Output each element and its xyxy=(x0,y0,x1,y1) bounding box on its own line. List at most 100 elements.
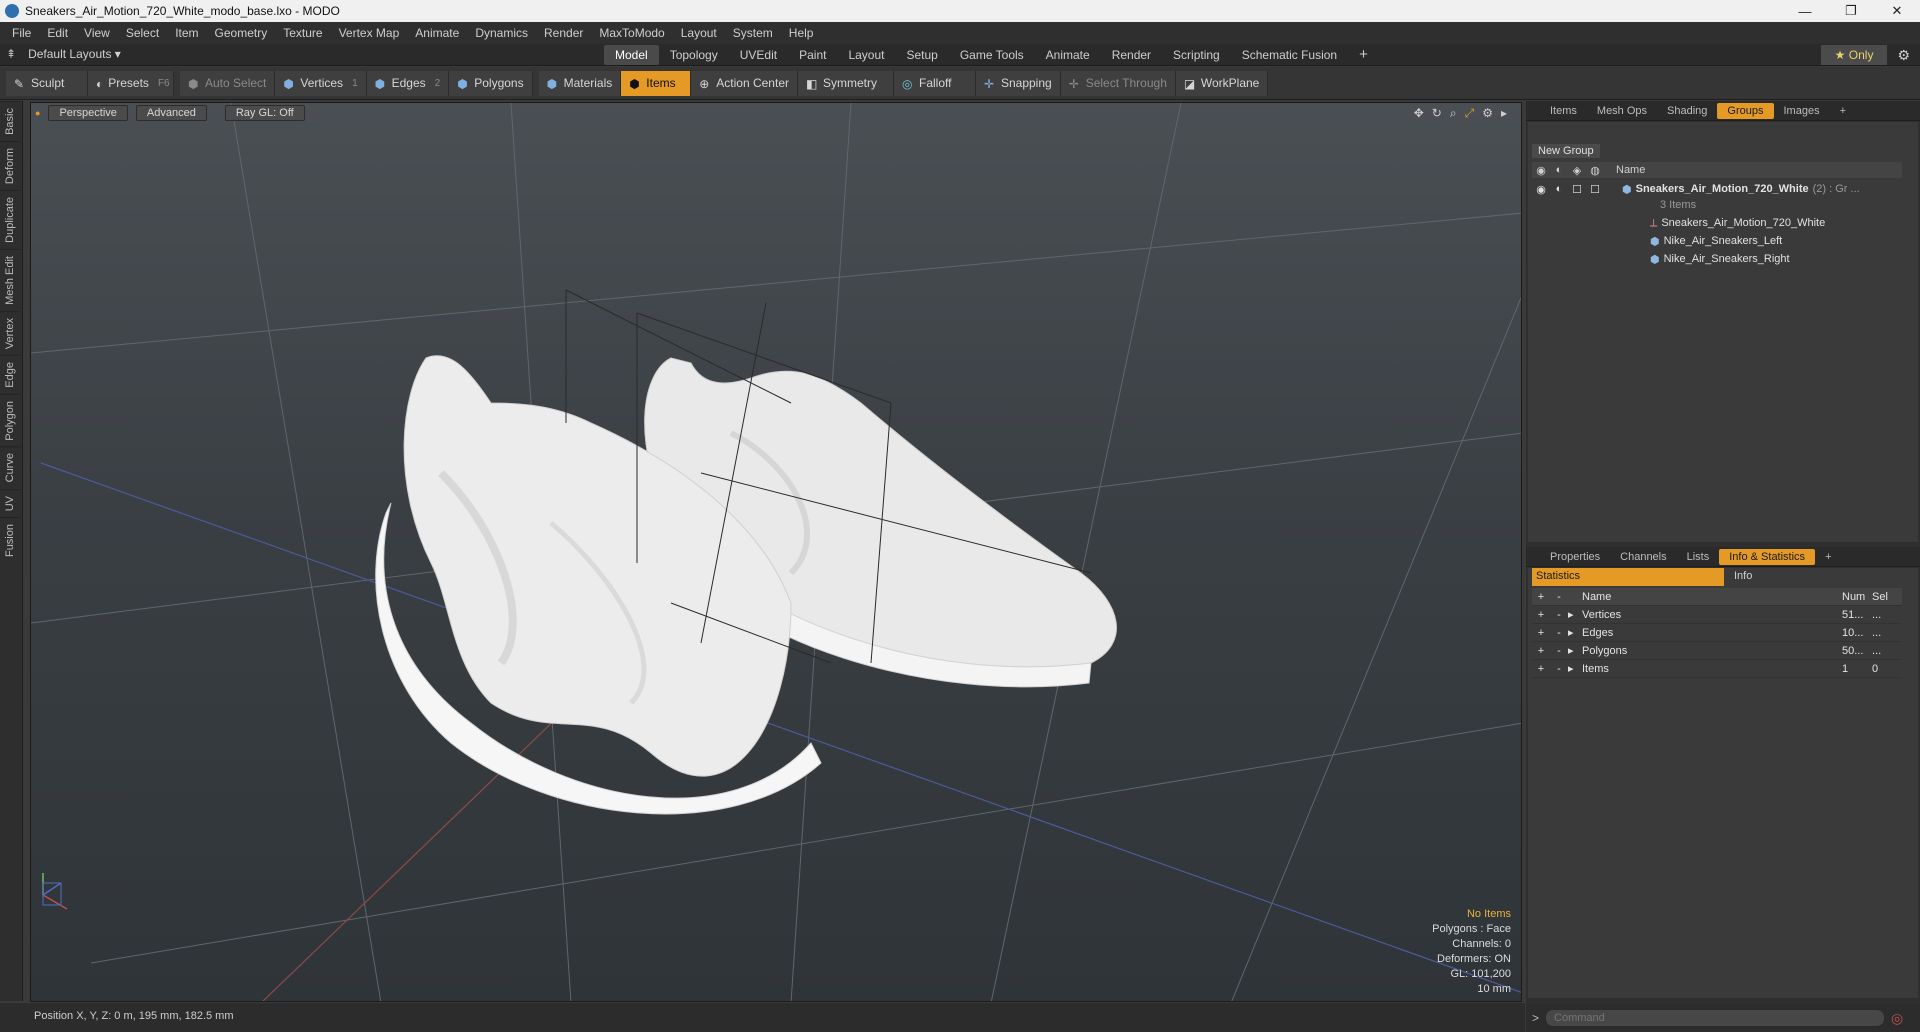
lefttab-edge[interactable]: Edge xyxy=(0,354,20,394)
edges-button[interactable]: ⬢ Edges 2 xyxy=(366,70,450,96)
stat-row-polygons[interactable]: + - ▸ Polygons 50... ... xyxy=(1532,642,1902,660)
stat-plus-icon[interactable]: + xyxy=(1532,661,1550,677)
subtab-info[interactable]: Info xyxy=(1730,568,1756,586)
tab-layout[interactable]: Layout xyxy=(837,45,895,65)
stat-row-edges[interactable]: + - ▸ Edges 10... ... xyxy=(1532,624,1902,642)
layout-expand-icon[interactable]: ⇞ xyxy=(6,47,16,61)
materials-button[interactable]: ⬢ Materials xyxy=(538,70,622,96)
menu-select[interactable]: Select xyxy=(118,26,167,40)
sculpt-button[interactable]: ✎ Sculpt xyxy=(6,70,88,96)
viewport-settings-icon[interactable]: ⚙ xyxy=(1482,106,1493,121)
maximize-button[interactable]: ❐ xyxy=(1828,0,1874,22)
menu-vertex-map[interactable]: Vertex Map xyxy=(331,26,408,40)
add-tab-icon[interactable]: + xyxy=(1348,45,1379,65)
menu-system[interactable]: System xyxy=(725,26,781,40)
stat-expand-icon[interactable]: ▸ xyxy=(1568,644,1582,657)
tab-shading[interactable]: Shading xyxy=(1657,103,1717,119)
stat-row-vertices[interactable]: + - ▸ Vertices 51... ... xyxy=(1532,606,1902,624)
command-input[interactable] xyxy=(1545,1009,1886,1027)
tab-properties[interactable]: Properties xyxy=(1540,549,1610,565)
group-select-checkbox[interactable]: ☐ xyxy=(1586,181,1604,197)
ray-gl-toggle[interactable]: Ray GL: Off xyxy=(224,105,305,121)
stat-minus-icon[interactable]: - xyxy=(1550,625,1568,641)
lefttab-uv[interactable]: UV xyxy=(0,488,20,518)
tab-schematic-fusion[interactable]: Schematic Fusion xyxy=(1231,45,1348,65)
lefttab-fusion[interactable]: Fusion xyxy=(0,517,20,564)
menu-geometry[interactable]: Geometry xyxy=(207,26,276,40)
tab-mesh-ops[interactable]: Mesh Ops xyxy=(1587,103,1657,119)
close-button[interactable]: ✕ xyxy=(1874,0,1920,22)
viewport-expand-icon[interactable]: ▸ xyxy=(1501,106,1507,121)
falloff-button[interactable]: ◎ Falloff xyxy=(893,70,976,96)
menu-file[interactable]: File xyxy=(4,26,39,40)
subtab-statistics[interactable]: Statistics xyxy=(1532,568,1724,586)
menu-texture[interactable]: Texture xyxy=(275,26,330,40)
pan-icon[interactable]: ✥ xyxy=(1414,106,1424,121)
group-lock-checkbox[interactable]: ☐ xyxy=(1568,181,1586,197)
tab-animate[interactable]: Animate xyxy=(1035,45,1101,65)
tab-info-statistics[interactable]: Info & Statistics xyxy=(1719,548,1816,565)
lefttab-polygon[interactable]: Polygon xyxy=(0,393,20,447)
lefttab-curve[interactable]: Curve xyxy=(0,446,20,489)
vertices-button[interactable]: ⬢ Vertices 1 xyxy=(275,70,367,96)
lefttab-deform[interactable]: Deform xyxy=(0,140,20,190)
expand-all-icon[interactable]: + xyxy=(1532,589,1550,605)
symmetry-button[interactable]: ◧ Symmetry xyxy=(797,70,894,96)
view-type-dropdown[interactable]: Perspective xyxy=(48,105,128,121)
default-layouts-dropdown[interactable]: Default Layouts ▾ xyxy=(28,47,121,61)
select-through-button[interactable]: ✛ Select Through xyxy=(1060,70,1176,96)
presets-button[interactable]: ◐ Presets F6 xyxy=(88,70,174,96)
tab-items[interactable]: Items xyxy=(1540,103,1587,119)
group-visibility-icon[interactable]: ◉ xyxy=(1532,181,1550,197)
minimize-button[interactable]: — xyxy=(1782,0,1828,22)
stat-minus-icon[interactable]: - xyxy=(1550,607,1568,623)
menu-maxtomodo[interactable]: MaxToModo xyxy=(591,26,672,40)
stat-expand-icon[interactable]: ▸ xyxy=(1568,662,1582,675)
fit-icon[interactable]: ⤢ xyxy=(1465,106,1475,121)
shading-mode-dropdown[interactable]: Advanced xyxy=(135,105,207,121)
tab-setup[interactable]: Setup xyxy=(895,45,948,65)
stat-expand-icon[interactable]: ▸ xyxy=(1568,626,1582,639)
menu-render[interactable]: Render xyxy=(536,26,591,40)
tab-groups[interactable]: Groups xyxy=(1717,102,1774,119)
menu-dynamics[interactable]: Dynamics xyxy=(467,26,536,40)
3d-viewport[interactable]: ● Perspective Advanced Ray GL: Off ✥ ↻ ⌕… xyxy=(30,102,1522,1002)
new-group-button[interactable]: New Group xyxy=(1532,144,1600,158)
rotate-icon[interactable]: ↻ xyxy=(1432,106,1442,121)
tab-channels[interactable]: Channels xyxy=(1610,549,1676,565)
tab-lists[interactable]: Lists xyxy=(1677,549,1720,565)
menu-animate[interactable]: Animate xyxy=(407,26,467,40)
stat-row-items[interactable]: + - ▸ Items 1 0 xyxy=(1532,660,1902,678)
auto-select-button[interactable]: ⬢ Auto Select xyxy=(180,70,276,96)
lefttab-mesh-edit[interactable]: Mesh Edit xyxy=(0,248,20,311)
group-child-row[interactable]: ⬢ Nike_Air_Sneakers_Left xyxy=(1532,232,1902,250)
polygons-button[interactable]: ⬢ Polygons xyxy=(449,70,533,96)
group-child-row[interactable]: ⟂ Sneakers_Air_Motion_720_White xyxy=(1532,214,1902,232)
lefttab-vertex[interactable]: Vertex xyxy=(0,310,20,355)
tab-paint[interactable]: Paint xyxy=(788,45,837,65)
tab-topology[interactable]: Topology xyxy=(659,45,729,65)
menu-layout[interactable]: Layout xyxy=(673,26,725,40)
action-center-button[interactable]: ⊕ Action Center xyxy=(691,70,798,96)
stat-minus-icon[interactable]: - xyxy=(1550,661,1568,677)
lefttab-duplicate[interactable]: Duplicate xyxy=(0,189,20,249)
group-render-icon[interactable]: ◐ xyxy=(1550,181,1568,197)
menu-help[interactable]: Help xyxy=(781,26,822,40)
tab-uvedit[interactable]: UVEdit xyxy=(729,45,788,65)
workplane-button[interactable]: ◪ WorkPlane xyxy=(1175,70,1269,96)
zoom-icon[interactable]: ⌕ xyxy=(1450,106,1457,121)
menu-item[interactable]: Item xyxy=(167,26,206,40)
stat-plus-icon[interactable]: + xyxy=(1532,625,1550,641)
viewport-menu-icon[interactable]: ● xyxy=(35,108,40,118)
stat-expand-icon[interactable]: ▸ xyxy=(1568,608,1582,621)
only-button[interactable]: ★ Only xyxy=(1820,45,1888,65)
tab-images[interactable]: Images xyxy=(1774,103,1830,119)
group-child-row[interactable]: ⬢ Nike_Air_Sneakers_Right xyxy=(1532,250,1902,268)
menu-view[interactable]: View xyxy=(76,26,118,40)
add-panel-tab-icon[interactable]: + xyxy=(1815,549,1841,565)
tab-scripting[interactable]: Scripting xyxy=(1162,45,1231,65)
tab-game-tools[interactable]: Game Tools xyxy=(949,45,1035,65)
collapse-all-icon[interactable]: - xyxy=(1550,589,1568,605)
record-macro-icon[interactable]: ◎ xyxy=(1891,1010,1903,1027)
tab-model[interactable]: Model xyxy=(604,45,659,65)
